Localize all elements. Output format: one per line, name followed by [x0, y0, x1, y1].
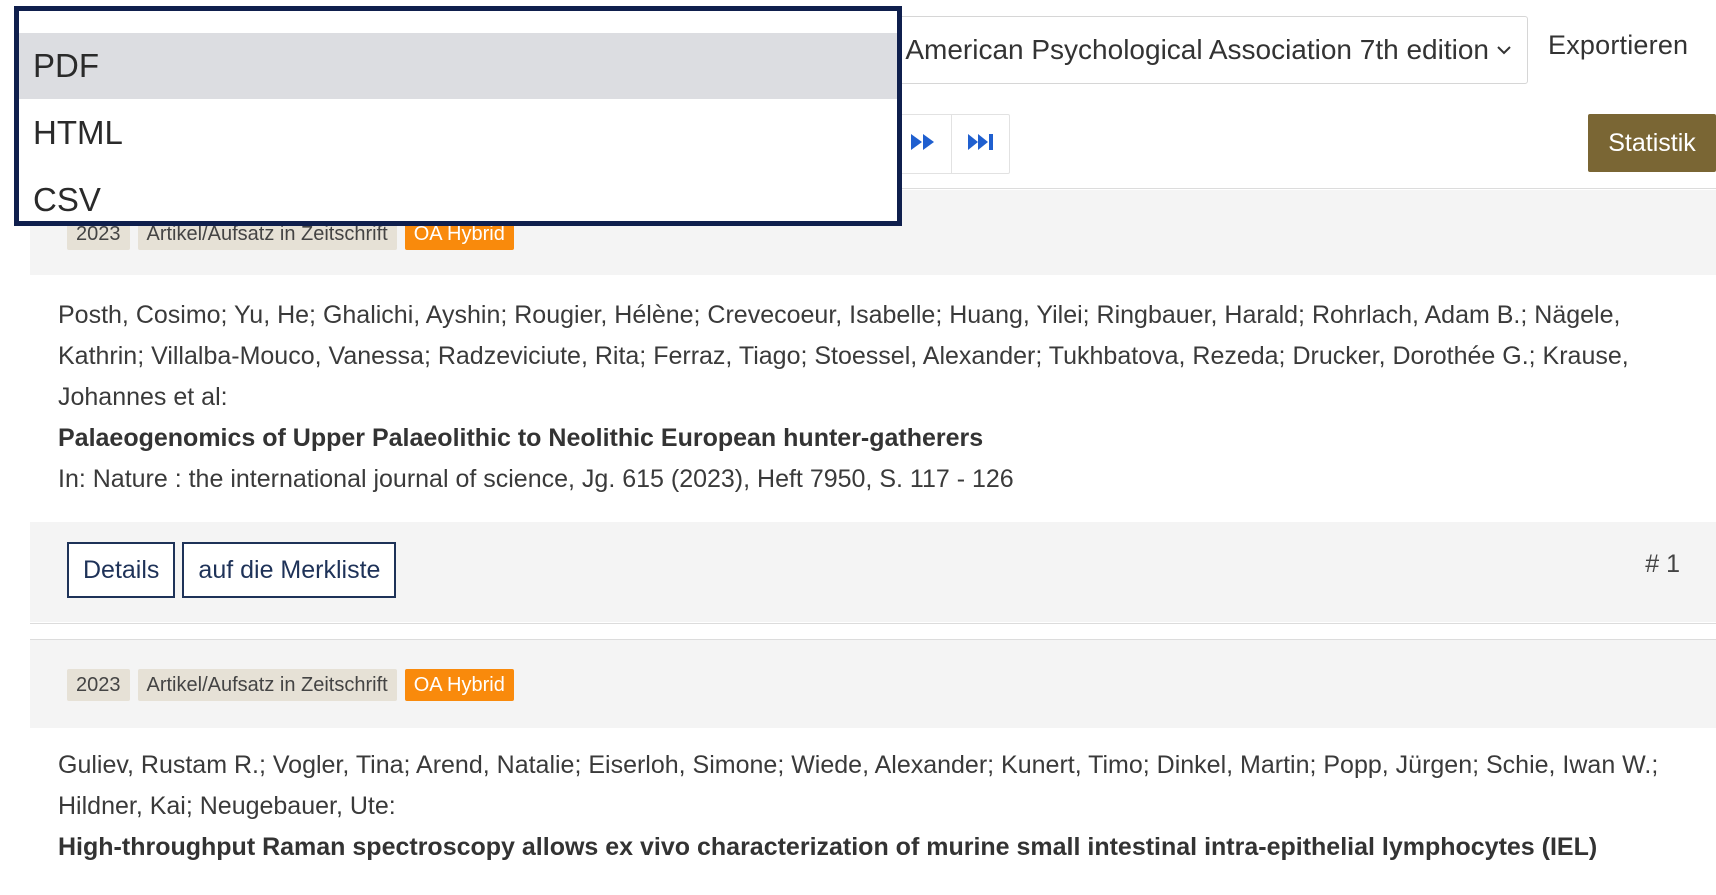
citation-style-select[interactable]: American Psychological Association 7th e…: [880, 16, 1528, 84]
citation-style-value: American Psychological Association 7th e…: [905, 34, 1489, 65]
details-button[interactable]: Details: [67, 542, 176, 598]
skip-to-end-icon: [967, 132, 995, 157]
year-badge: 2023: [67, 669, 130, 701]
divider: [30, 623, 1716, 624]
citation-title[interactable]: High-throughput Raman spectroscopy allow…: [58, 827, 1678, 868]
export-button[interactable]: Exportieren: [1548, 30, 1688, 61]
fast-forward-icon: [909, 132, 937, 157]
export-format-menu: PDF HTML CSV: [14, 6, 902, 226]
statistics-button[interactable]: Statistik: [1588, 114, 1716, 172]
citation: Guliev, Rustam R.; Vogler, Tina; Arend, …: [58, 745, 1678, 895]
hit-number: # 1: [1645, 550, 1680, 578]
chevron-down-icon: [1493, 39, 1515, 61]
citation: Posth, Cosimo; Yu, He; Ghalichi, Ayshin;…: [58, 295, 1678, 500]
add-to-watchlist-button[interactable]: auf die Merkliste: [182, 542, 397, 598]
menu-option-csv[interactable]: CSV: [19, 167, 897, 233]
citation-source: In: Nature : the international journal o…: [58, 465, 1014, 493]
citation-authors: Posth, Cosimo; Yu, He; Ghalichi, Ayshin;…: [58, 301, 1629, 411]
pagination: [893, 114, 1010, 174]
result-tags: 2023 Artikel/Aufsatz in Zeitschrift OA H…: [67, 669, 514, 701]
type-badge: Artikel/Aufsatz in Zeitschrift: [137, 669, 397, 701]
last-page-button[interactable]: [951, 115, 1009, 173]
result-actions: Details auf die Merkliste: [67, 542, 397, 598]
open-access-badge: OA Hybrid: [404, 669, 514, 701]
next-page-button[interactable]: [894, 115, 951, 173]
citation-title[interactable]: Palaeogenomics of Upper Palaeolithic to …: [58, 418, 1678, 459]
citation-authors: Guliev, Rustam R.; Vogler, Tina; Arend, …: [58, 751, 1659, 820]
menu-option-html[interactable]: HTML: [19, 100, 897, 166]
menu-option-pdf[interactable]: PDF: [19, 33, 897, 99]
